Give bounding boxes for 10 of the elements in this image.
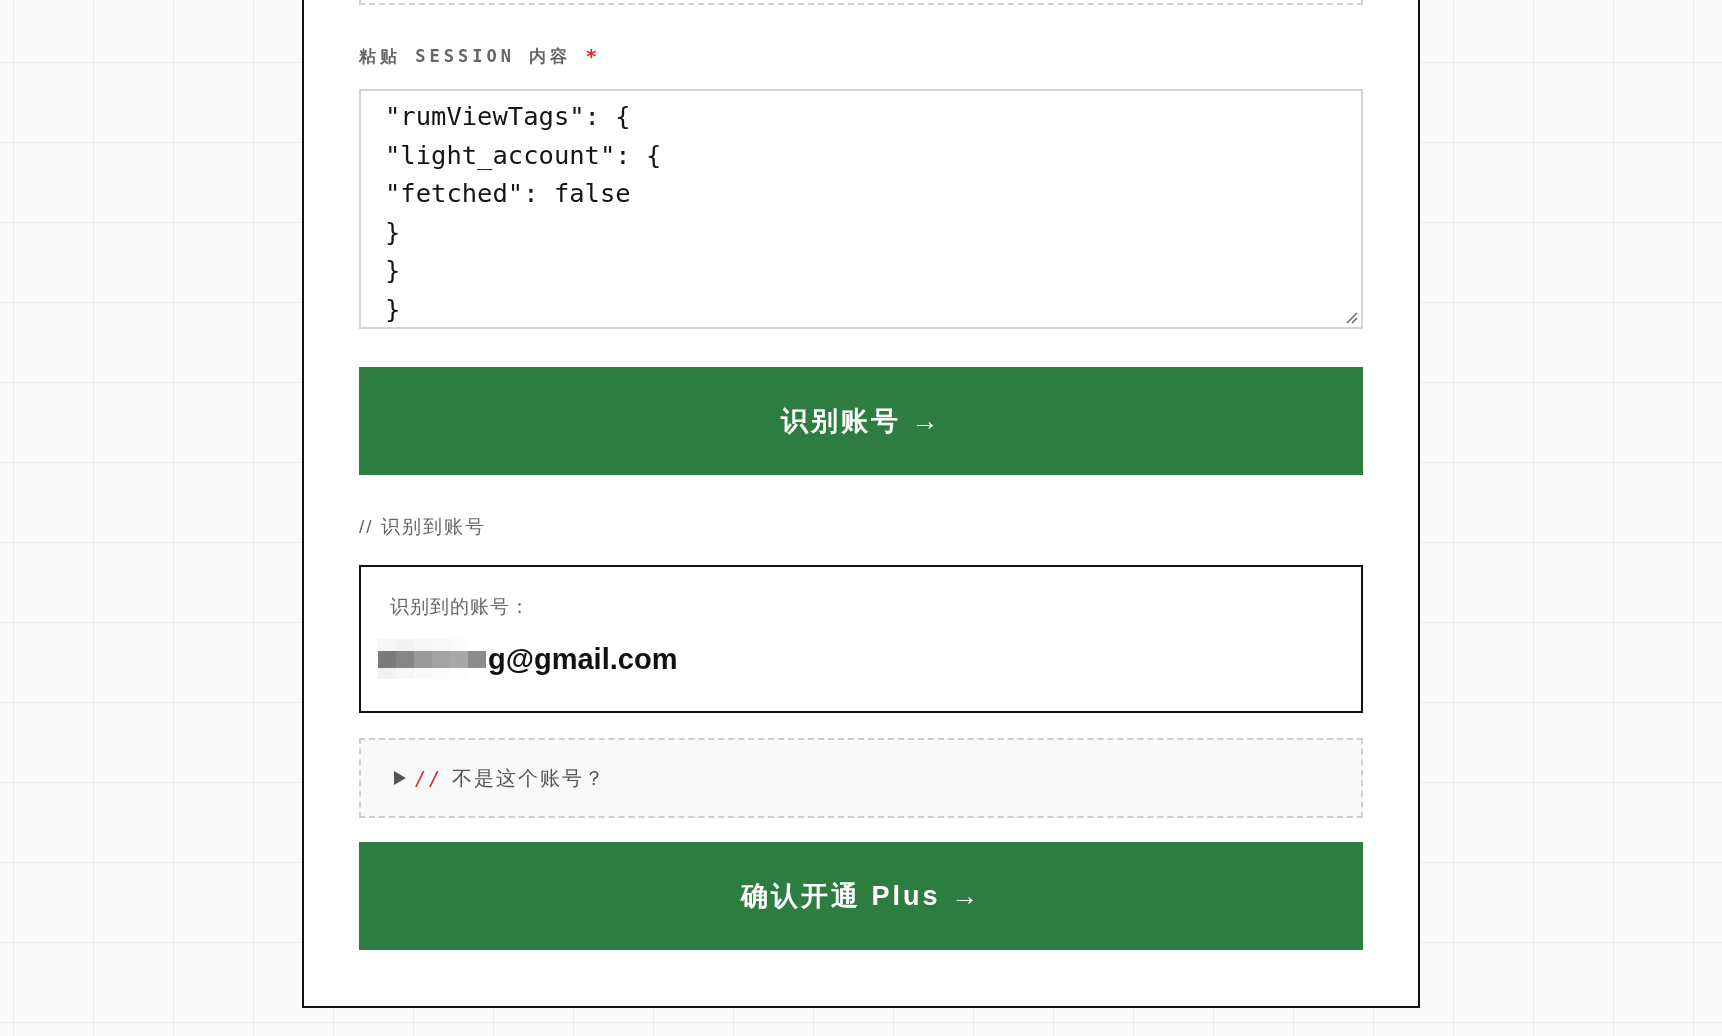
account-email: g@gmail.com: [488, 642, 678, 676]
required-asterisk: *: [585, 44, 598, 68]
resize-handle-icon[interactable]: [1346, 312, 1358, 324]
account-label: 识别到的账号：: [390, 595, 530, 619]
section-heading: // 识别到账号: [359, 515, 486, 539]
not-this-account-toggle[interactable]: // 不是这个账号？: [394, 764, 607, 792]
identify-account-button[interactable]: 识别账号 →: [359, 367, 1363, 475]
field-label: 粘贴 SESSION 内容: [359, 44, 572, 68]
session-input-field[interactable]: "rumViewTags": { "light_account": { "fetched": false } } }: [359, 89, 1363, 329]
confirm-plus-button[interactable]: 确认开通 Plus →: [359, 842, 1363, 950]
